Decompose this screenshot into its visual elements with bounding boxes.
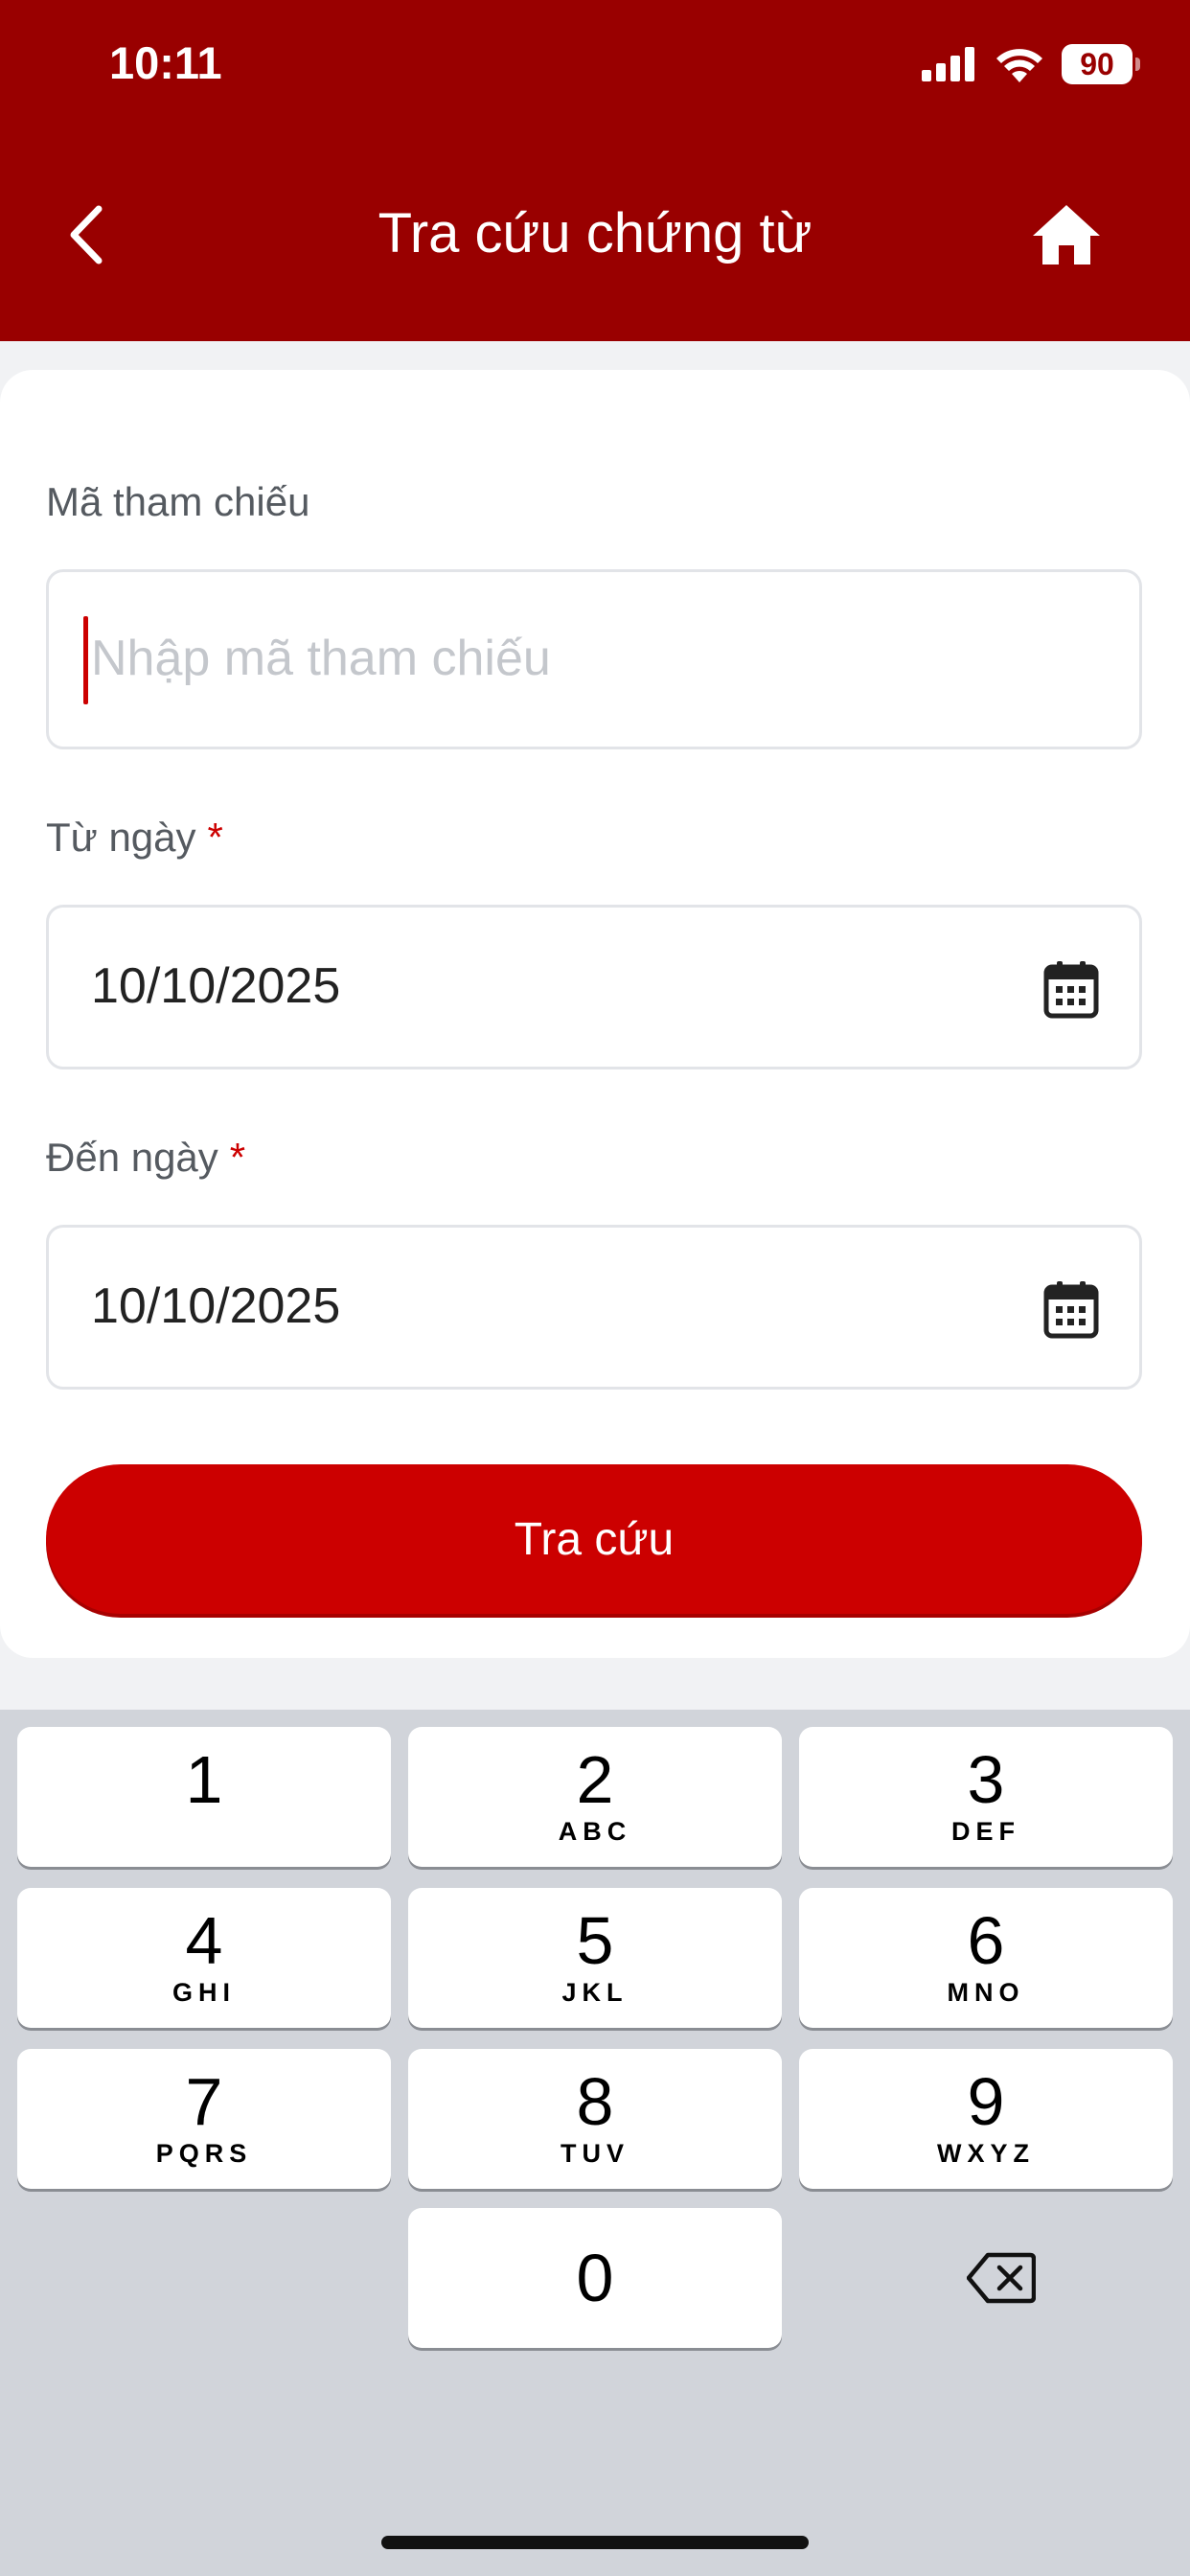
key-4[interactable]: 4 GHI bbox=[17, 1888, 391, 2028]
calendar-icon[interactable] bbox=[1043, 959, 1099, 1019]
from-date-label-text: Từ ngày bbox=[46, 815, 196, 860]
key-letters: JKL bbox=[561, 1978, 629, 2007]
required-mark: * bbox=[229, 1135, 246, 1180]
key-digit: 5 bbox=[576, 1903, 614, 1978]
reference-input[interactable]: Nhập mã tham chiếu bbox=[46, 569, 1142, 749]
key-letters: DEF bbox=[951, 1817, 1020, 1846]
key-digit: 8 bbox=[576, 2064, 614, 2139]
key-3[interactable]: 3 DEF bbox=[799, 1727, 1173, 1867]
key-2[interactable]: 2 ABC bbox=[408, 1727, 782, 1867]
key-6[interactable]: 6 MNO bbox=[799, 1888, 1173, 2028]
to-date-label-text: Đến ngày bbox=[46, 1135, 218, 1180]
wifi-icon bbox=[996, 49, 1042, 82]
from-date-field[interactable]: 10/10/2025 bbox=[46, 905, 1142, 1070]
search-button[interactable]: Tra cứu bbox=[46, 1464, 1142, 1614]
from-date-label: Từ ngày * bbox=[46, 815, 223, 861]
numeric-keyboard: 1 2 ABC 3 DEF 4 GHI 5 JKL 6 MNO 7 PQRS 8… bbox=[0, 1710, 1190, 2576]
key-digit: 9 bbox=[967, 2064, 1005, 2139]
key-letters: TUV bbox=[561, 2139, 629, 2168]
key-digit: 6 bbox=[967, 1903, 1005, 1978]
status-icons: 90 bbox=[922, 38, 1140, 90]
reference-placeholder: Nhập mã tham chiếu bbox=[91, 631, 551, 686]
to-date-label: Đến ngày * bbox=[46, 1135, 245, 1181]
key-7[interactable]: 7 PQRS bbox=[17, 2049, 391, 2189]
page-title: Tra cứu chứng từ bbox=[378, 202, 812, 264]
signal-icon bbox=[922, 47, 974, 81]
delete-key[interactable] bbox=[814, 2208, 1188, 2348]
key-letters: GHI bbox=[172, 1978, 236, 2007]
battery-icon: 90 bbox=[1062, 44, 1140, 84]
key-digit: 2 bbox=[576, 1742, 614, 1817]
key-letters: ABC bbox=[558, 1817, 632, 1846]
from-date-value: 10/10/2025 bbox=[91, 958, 341, 1014]
key-5[interactable]: 5 JKL bbox=[408, 1888, 782, 2028]
home-button[interactable] bbox=[1025, 196, 1108, 273]
home-icon bbox=[1033, 205, 1100, 264]
key-digit: 1 bbox=[185, 1742, 223, 1817]
key-1[interactable]: 1 bbox=[17, 1727, 391, 1867]
key-letters: WXYZ bbox=[937, 2139, 1035, 2168]
key-0[interactable]: 0 bbox=[408, 2208, 782, 2348]
key-9[interactable]: 9 WXYZ bbox=[799, 2049, 1173, 2189]
key-8[interactable]: 8 TUV bbox=[408, 2049, 782, 2189]
backspace-icon bbox=[967, 2252, 1036, 2304]
battery-level: 90 bbox=[1080, 46, 1114, 81]
app-header: 10:11 90 Tra cứu chứng từ bbox=[0, 0, 1190, 341]
reference-label: Mã tham chiếu bbox=[46, 479, 310, 524]
key-digit: 4 bbox=[185, 1903, 223, 1978]
status-time: 10:11 bbox=[109, 37, 222, 88]
key-letters: MNO bbox=[947, 1978, 1025, 2007]
search-form-card: Mã tham chiếu Nhập mã tham chiếu Từ ngày… bbox=[0, 370, 1190, 1658]
key-letters: PQRS bbox=[155, 2139, 253, 2168]
to-date-field[interactable]: 10/10/2025 bbox=[46, 1225, 1142, 1390]
to-date-value: 10/10/2025 bbox=[91, 1278, 341, 1334]
key-digit: 7 bbox=[185, 2064, 223, 2139]
text-caret bbox=[83, 616, 88, 704]
calendar-icon[interactable] bbox=[1043, 1279, 1099, 1339]
key-digit: 0 bbox=[576, 2241, 614, 2315]
required-mark: * bbox=[207, 815, 223, 860]
home-indicator bbox=[381, 2536, 809, 2549]
key-digit: 3 bbox=[967, 1742, 1005, 1817]
